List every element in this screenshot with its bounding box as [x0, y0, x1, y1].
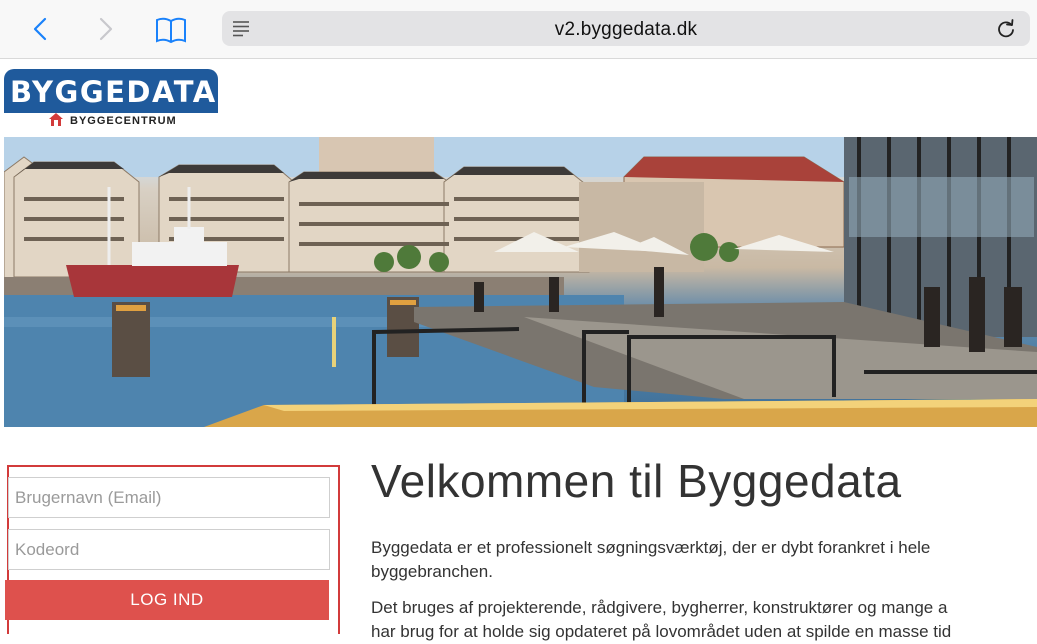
house-icon — [49, 113, 63, 126]
harbor-scene-image — [4, 137, 1037, 427]
address-bar[interactable]: v2.byggedata.dk — [222, 11, 1030, 46]
browser-toolbar: v2.byggedata.dk — [0, 0, 1037, 59]
chevron-right-icon — [99, 17, 113, 41]
logo-sub-text: BYGGECENTRUM — [49, 113, 177, 127]
chevron-left-icon — [33, 17, 47, 41]
logo-banner: BYGGEDATA — [4, 69, 218, 113]
password-input[interactable] — [8, 529, 330, 570]
page-title: Velkommen til Byggedata — [371, 455, 902, 507]
forward-button[interactable] — [92, 14, 120, 44]
reload-icon[interactable] — [996, 19, 1016, 39]
usage-paragraph: Det bruges af projekterende, rådgivere, … — [371, 596, 1037, 644]
login-button[interactable]: LOG IND — [5, 580, 329, 620]
intro-paragraph: Byggedata er et professionelt søgningsvæ… — [371, 538, 931, 581]
username-input[interactable] — [8, 477, 330, 518]
bookmarks-button[interactable] — [154, 15, 188, 45]
usage-paragraph-line1: Det bruges af projekterende, rådgivere, … — [371, 598, 948, 617]
back-button[interactable] — [26, 14, 54, 44]
usage-paragraph-line2: har brug for at holde sig opdateret på l… — [371, 622, 952, 641]
book-icon — [156, 17, 186, 44]
url-text[interactable]: v2.byggedata.dk — [222, 19, 1030, 41]
hero-image — [4, 137, 1037, 427]
logo-sub-label: BYGGECENTRUM — [70, 115, 177, 127]
logo-main-text: BYGGEDATA — [10, 75, 217, 109]
byggedata-logo[interactable]: BYGGEDATA BYGGECENTRUM — [4, 69, 218, 131]
